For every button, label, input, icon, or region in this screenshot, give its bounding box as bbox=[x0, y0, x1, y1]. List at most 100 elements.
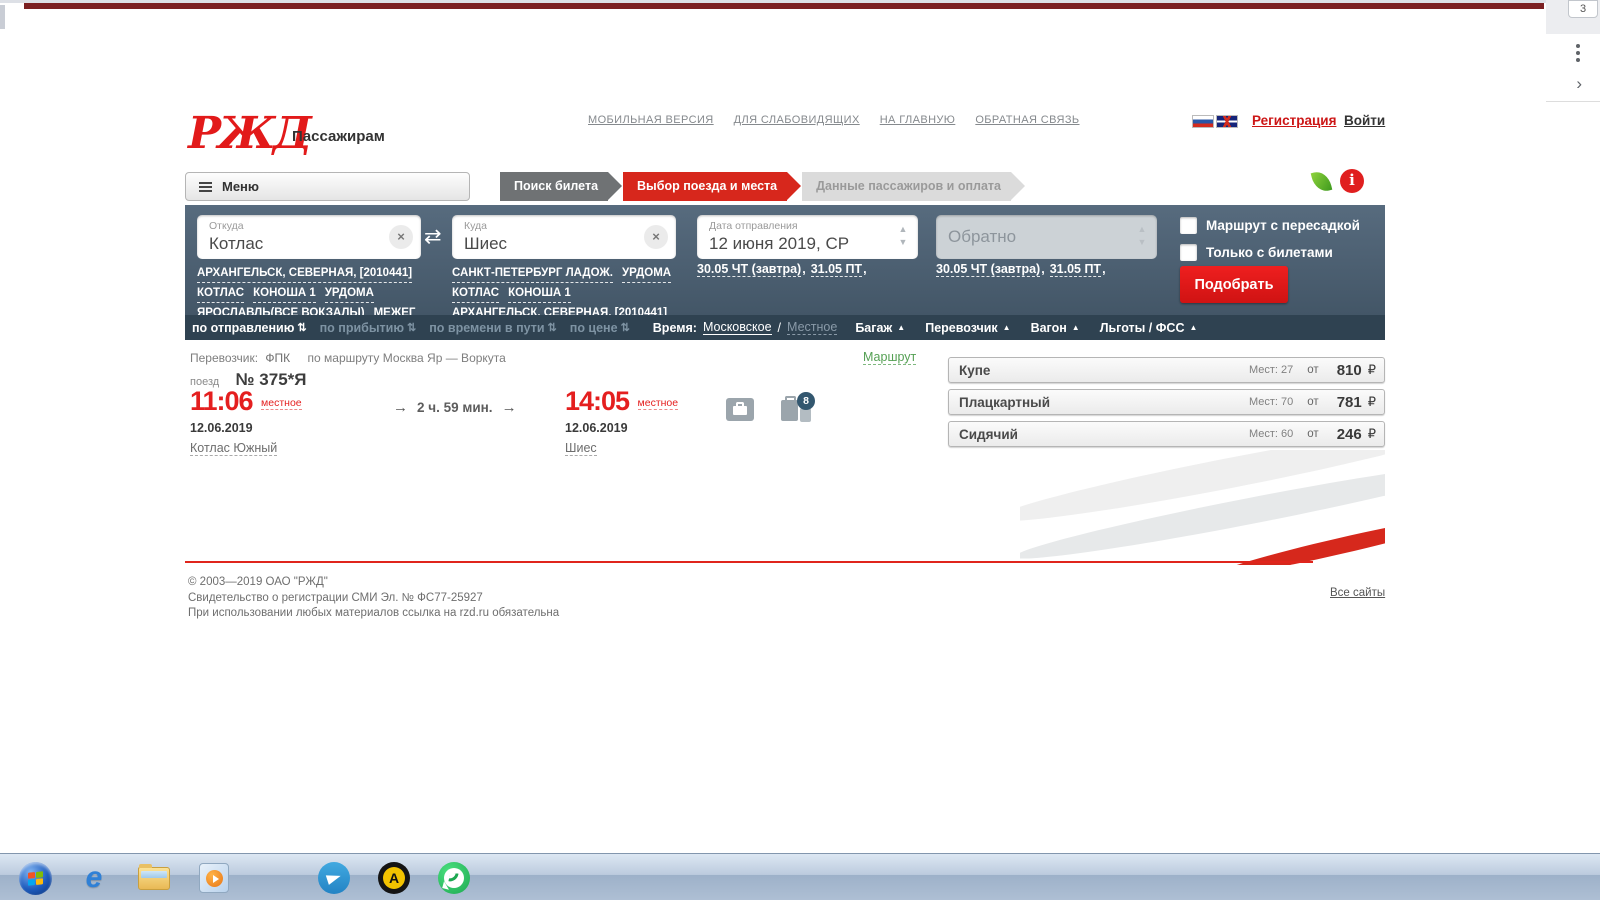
quick-date-link[interactable]: 30.05 ЧТ (завтра) bbox=[936, 262, 1041, 277]
tab-counter-badge[interactable]: 3 bbox=[1568, 0, 1598, 18]
filter-toggle[interactable]: Перевозчик ▲ bbox=[925, 321, 1010, 335]
file-explorer-icon[interactable] bbox=[132, 860, 176, 896]
menu-button[interactable]: Меню bbox=[185, 172, 470, 201]
station-suggestion-link[interactable]: КОТЛАС bbox=[452, 284, 500, 303]
station-suggestion-link[interactable]: КОТЛАС bbox=[197, 284, 245, 303]
header-link[interactable]: НА ГЛАВНУЮ bbox=[880, 114, 956, 126]
filter-toggle[interactable]: Багаж ▲ bbox=[855, 321, 905, 335]
checkbox-icon[interactable] bbox=[1180, 244, 1197, 261]
step-search-ticket[interactable]: Поиск билета bbox=[500, 172, 623, 201]
header-link[interactable]: ОБРАТНАЯ СВЯЗЬ bbox=[975, 114, 1079, 126]
arrival-date: 12.06.2019 bbox=[565, 421, 628, 435]
class-row[interactable]: Сидячий Мест: 60 от 246 ₽ bbox=[948, 421, 1385, 447]
return-date-spinner[interactable]: ▲ ▼ bbox=[1134, 223, 1150, 249]
station-suggestion-link[interactable]: САНКТ-ПЕТЕРБУРГ ЛАДОЖ. bbox=[452, 264, 613, 283]
depart-date-input[interactable]: Дата отправления 12 июня 2019, СР ▲ ▼ bbox=[697, 215, 918, 259]
sort-by-price[interactable]: по цене ⇅ bbox=[570, 321, 630, 335]
to-value: Шиес bbox=[464, 234, 508, 253]
station-suggestion-link[interactable]: КОНОША 1 bbox=[253, 284, 316, 303]
checkbox-only-with-tickets[interactable]: Только с билетами bbox=[1180, 244, 1333, 261]
station-suggestion-link[interactable]: КОНОША 1 bbox=[508, 284, 571, 303]
telegram-icon[interactable] bbox=[312, 860, 356, 896]
class-seats: Мест: 27 bbox=[1248, 364, 1294, 376]
quick-date-link[interactable]: 30.05 ЧТ (завтра) bbox=[697, 262, 802, 277]
step-select-train[interactable]: Выбор поезда и места bbox=[623, 172, 802, 201]
find-trains-button[interactable]: Подобрать bbox=[1180, 266, 1288, 303]
eco-leaf-icon[interactable] bbox=[1310, 169, 1333, 194]
spinner-up-icon[interactable]: ▲ bbox=[1134, 223, 1150, 236]
class-name: Плацкартный bbox=[959, 394, 1051, 410]
clear-from-icon[interactable]: × bbox=[389, 225, 413, 249]
media-player-icon[interactable] bbox=[192, 860, 236, 896]
return-date-input[interactable]: Обратно ▲ ▼ bbox=[936, 215, 1157, 259]
info-icon[interactable]: i bbox=[1340, 169, 1364, 193]
spinner-down-icon[interactable]: ▼ bbox=[1134, 236, 1150, 249]
checkbox-icon[interactable] bbox=[1180, 217, 1197, 234]
depart-date-label: Дата отправления bbox=[709, 220, 798, 232]
quick-date: 30.05 ЧТ (завтра), bbox=[936, 262, 1045, 277]
browser-tab-stub[interactable] bbox=[0, 5, 5, 29]
logo-tagline: Пассажирам bbox=[292, 128, 385, 145]
spinner-down-icon[interactable]: ▼ bbox=[895, 236, 911, 249]
language-flag-en[interactable] bbox=[1216, 115, 1238, 128]
aimp-icon[interactable]: A bbox=[372, 860, 416, 896]
sort-icon: ⇅ bbox=[297, 322, 307, 334]
header-link[interactable]: МОБИЛЬНАЯ ВЕРСИЯ bbox=[588, 114, 714, 126]
station-suggestion-link[interactable]: УРДОМА bbox=[324, 284, 374, 303]
internet-explorer-icon[interactable]: e bbox=[72, 860, 116, 896]
date-spinner[interactable]: ▲ ▼ bbox=[895, 223, 911, 249]
checkbox-transfer-route[interactable]: Маршрут с пересадкой bbox=[1180, 217, 1360, 234]
departure-station[interactable]: Котлас Южный bbox=[190, 441, 278, 456]
start-button[interactable] bbox=[13, 860, 57, 896]
sort-by-duration[interactable]: по времени в пути ⇅ bbox=[429, 321, 557, 335]
luggage-icon[interactable]: 8 bbox=[775, 392, 815, 425]
spinner-up-icon[interactable]: ▲ bbox=[895, 223, 911, 236]
step-passenger-data[interactable]: Данные пассажиров и оплата bbox=[802, 172, 1025, 201]
from-input[interactable]: Откуда Котлас × bbox=[197, 215, 421, 259]
arrival-timezone[interactable]: местное bbox=[637, 397, 679, 410]
class-from-label: от bbox=[1307, 364, 1319, 376]
swap-stations-icon[interactable]: ⇄ bbox=[424, 224, 442, 249]
depart-date-value: 12 июня 2019, СР bbox=[709, 234, 850, 253]
ruble-sign: ₽ bbox=[1367, 394, 1376, 409]
whatsapp-icon[interactable] bbox=[432, 860, 476, 896]
rzd-logo-monogram: РЖД bbox=[188, 108, 312, 159]
rzd-watermark bbox=[1020, 450, 1385, 565]
chevron-right-icon[interactable]: › bbox=[1576, 74, 1582, 94]
baggage-service-icon[interactable] bbox=[726, 398, 754, 421]
departure-timezone[interactable]: местное bbox=[261, 397, 302, 410]
arrival-time: 14:05 bbox=[565, 386, 630, 416]
arrival-station[interactable]: Шиес bbox=[565, 441, 597, 456]
class-row[interactable]: Плацкартный Мест: 70 от 781 ₽ bbox=[948, 389, 1385, 415]
time-mode-local[interactable]: Местное bbox=[787, 320, 838, 335]
sort-by-arrival[interactable]: по прибытию ⇅ bbox=[320, 321, 417, 335]
arrival-block: 14:05 местное 12.06.2019 Шиес bbox=[565, 386, 679, 457]
filter-toggle[interactable]: Льготы / ФСС ▲ bbox=[1100, 321, 1198, 335]
language-flag-ru[interactable] bbox=[1192, 115, 1214, 128]
time-mode-moscow[interactable]: Московское bbox=[702, 320, 772, 335]
carrier-name: ФПК bbox=[265, 351, 291, 365]
luggage-count-badge: 8 bbox=[797, 392, 815, 410]
overflow-menu-icon[interactable] bbox=[1576, 44, 1580, 65]
route-details-link[interactable]: Маршрут bbox=[863, 350, 917, 365]
duration-text: 2 ч. 59 мин. bbox=[417, 400, 493, 415]
station-suggestion-link[interactable]: УРДОМА bbox=[621, 264, 672, 283]
rzd-logo[interactable]: РЖД bbox=[188, 108, 312, 159]
register-link[interactable]: Регистрация bbox=[1252, 113, 1336, 128]
class-price: 810 bbox=[1336, 361, 1362, 379]
footer-copyright: © 2003—2019 ОАО "РЖД" bbox=[188, 576, 328, 588]
sort-by-departure[interactable]: по отправлению ⇅ bbox=[192, 321, 307, 335]
class-seats: Мест: 60 bbox=[1248, 428, 1294, 440]
login-link[interactable]: Войти bbox=[1344, 113, 1385, 128]
quick-date-link[interactable]: 31.05 ПТ bbox=[810, 262, 863, 277]
quick-date-link[interactable]: 31.05 ПТ bbox=[1049, 262, 1102, 277]
station-suggestion-link[interactable]: АРХАНГЕЛЬСК, СЕВЕРНАЯ, [2010441] bbox=[197, 264, 413, 283]
quick-date: 30.05 ЧТ (завтра), bbox=[697, 262, 806, 277]
collapse-arrow-icon: ▲ bbox=[897, 323, 906, 332]
class-row[interactable]: Купе Мест: 27 от 810 ₽ bbox=[948, 357, 1385, 383]
clear-to-icon[interactable]: × bbox=[644, 225, 668, 249]
filter-toggle[interactable]: Вагон ▲ bbox=[1031, 321, 1080, 335]
to-input[interactable]: Куда Шиес × bbox=[452, 215, 676, 259]
header-link[interactable]: ДЛЯ СЛАБОВИДЯЩИХ bbox=[734, 114, 860, 126]
all-sites-link[interactable]: Все сайты bbox=[1330, 587, 1385, 599]
